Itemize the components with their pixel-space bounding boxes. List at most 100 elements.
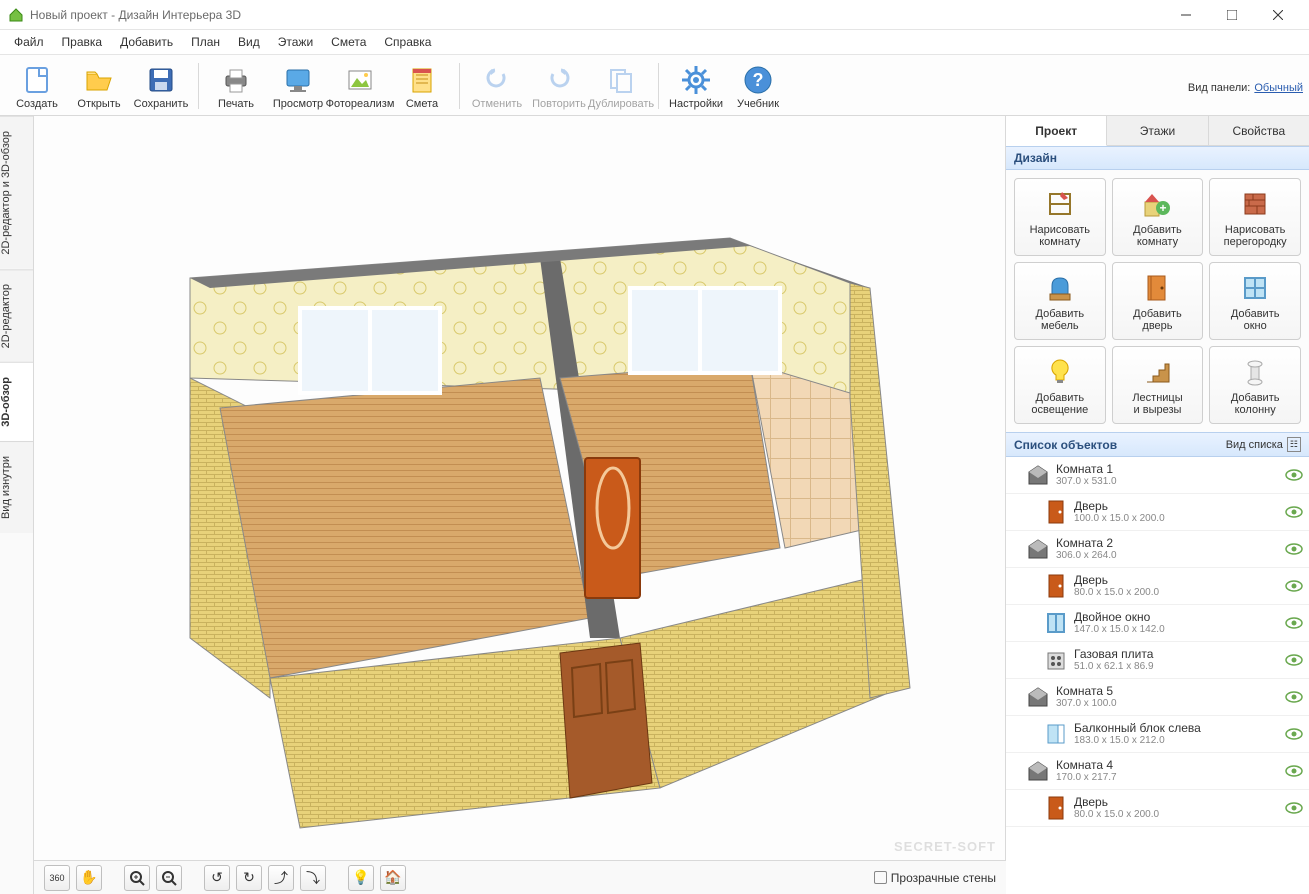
design-btn-3[interactable]: Добавитьмебель bbox=[1014, 262, 1106, 340]
tb-estimate[interactable]: Смета bbox=[391, 59, 453, 113]
tb-print[interactable]: Печать bbox=[205, 59, 267, 113]
design-icon-5 bbox=[1239, 272, 1271, 304]
object-row-9[interactable]: Дверь80.0 x 15.0 x 200.0 bbox=[1006, 790, 1309, 827]
btn-rotate-right[interactable]: ↻ bbox=[236, 865, 262, 891]
maximize-button[interactable] bbox=[1209, 0, 1255, 30]
window-title: Новый проект - Дизайн Интерьера 3D bbox=[30, 8, 1163, 22]
visibility-toggle[interactable] bbox=[1285, 691, 1303, 703]
svg-text:+: + bbox=[1160, 201, 1167, 215]
object-row-2[interactable]: Комната 2306.0 x 264.0 bbox=[1006, 531, 1309, 568]
list-view-label: Вид списка bbox=[1226, 439, 1283, 451]
menu-floors[interactable]: Этажи bbox=[270, 32, 321, 52]
tb-undo[interactable]: Отменить bbox=[466, 59, 528, 113]
obj-icon-door bbox=[1042, 498, 1070, 526]
menu-file[interactable]: Файл bbox=[6, 32, 52, 52]
visibility-toggle[interactable] bbox=[1285, 617, 1303, 629]
menu-estimate[interactable]: Смета bbox=[323, 32, 374, 52]
object-row-1[interactable]: Дверь100.0 x 15.0 x 200.0 bbox=[1006, 494, 1309, 531]
object-row-4[interactable]: Двойное окно147.0 x 15.0 x 142.0 bbox=[1006, 605, 1309, 642]
panel-mode-link[interactable]: Обычный bbox=[1254, 82, 1303, 94]
visibility-toggle[interactable] bbox=[1285, 802, 1303, 814]
gear-icon bbox=[680, 64, 712, 96]
right-panel: Проект Этажи Свойства Дизайн Нарисоватьк… bbox=[1006, 116, 1309, 894]
vtab-inside[interactable]: Вид изнутри bbox=[0, 441, 33, 533]
menu-edit[interactable]: Правка bbox=[54, 32, 111, 52]
btn-rotate-left[interactable]: ↺ bbox=[204, 865, 230, 891]
list-view-toggle[interactable]: ☷ bbox=[1287, 437, 1301, 452]
visibility-toggle[interactable] bbox=[1285, 469, 1303, 481]
design-icon-7 bbox=[1141, 356, 1173, 388]
design-btn-5[interactable]: Добавитьокно bbox=[1209, 262, 1301, 340]
visibility-toggle[interactable] bbox=[1285, 765, 1303, 777]
tb-help[interactable]: ? Учебник bbox=[727, 59, 789, 113]
visibility-toggle[interactable] bbox=[1285, 580, 1303, 592]
design-btn-2[interactable]: Нарисоватьперегородку bbox=[1209, 178, 1301, 256]
visibility-toggle[interactable] bbox=[1285, 728, 1303, 740]
tb-open[interactable]: Открыть bbox=[68, 59, 130, 113]
visibility-toggle[interactable] bbox=[1285, 506, 1303, 518]
tb-preview[interactable]: Просмотр bbox=[267, 59, 329, 113]
transparent-walls-checkbox[interactable] bbox=[874, 871, 887, 884]
tb-redo[interactable]: Повторить bbox=[528, 59, 590, 113]
menu-plan[interactable]: План bbox=[183, 32, 228, 52]
btn-pan[interactable]: ✋ bbox=[76, 865, 102, 891]
object-row-7[interactable]: Балконный блок слева183.0 x 15.0 x 212.0 bbox=[1006, 716, 1309, 753]
design-icon-3 bbox=[1044, 272, 1076, 304]
new-icon bbox=[21, 64, 53, 96]
object-row-5[interactable]: Газовая плита51.0 x 62.1 x 86.9 bbox=[1006, 642, 1309, 679]
btn-360[interactable]: 360 bbox=[44, 865, 70, 891]
design-btn-0[interactable]: Нарисоватькомнату bbox=[1014, 178, 1106, 256]
rtab-project[interactable]: Проект bbox=[1006, 116, 1107, 146]
3d-viewport[interactable] bbox=[34, 116, 1006, 860]
design-btn-6[interactable]: Добавитьосвещение bbox=[1014, 346, 1106, 424]
floorplan-svg bbox=[70, 138, 970, 838]
tb-photoreal[interactable]: Фотореализм bbox=[329, 59, 391, 113]
viewport-toolbar: 360 ✋ ↺ ↻ ⤴ ⤵ 💡 🏠 Прозрачные стены bbox=[34, 860, 1006, 894]
vtab-2d[interactable]: 2D-редактор bbox=[0, 269, 33, 362]
main-toolbar: Создать Открыть Сохранить Печать Просмот… bbox=[0, 55, 1309, 116]
btn-tilt-up[interactable]: ⤴ bbox=[268, 865, 294, 891]
tb-duplicate[interactable]: Дублировать bbox=[590, 59, 652, 113]
design-btn-4[interactable]: Добавитьдверь bbox=[1112, 262, 1204, 340]
object-row-6[interactable]: Комната 5307.0 x 100.0 bbox=[1006, 679, 1309, 716]
btn-light[interactable]: 💡 bbox=[348, 865, 374, 891]
design-btn-8[interactable]: Добавитьколонну bbox=[1209, 346, 1301, 424]
menu-help[interactable]: Справка bbox=[376, 32, 439, 52]
svg-text:?: ? bbox=[753, 70, 764, 90]
design-icon-6 bbox=[1044, 356, 1076, 388]
tb-settings[interactable]: Настройки bbox=[665, 59, 727, 113]
design-icon-0 bbox=[1044, 188, 1076, 220]
btn-tilt-down[interactable]: ⤵ bbox=[300, 865, 326, 891]
obj-icon-room bbox=[1024, 461, 1052, 489]
minimize-button[interactable] bbox=[1163, 0, 1209, 30]
help-icon: ? bbox=[742, 64, 774, 96]
btn-home[interactable]: 🏠 bbox=[380, 865, 406, 891]
duplicate-icon bbox=[605, 64, 637, 96]
menu-bar: Файл Правка Добавить План Вид Этажи Смет… bbox=[0, 30, 1309, 55]
obj-icon-stove bbox=[1042, 646, 1070, 674]
menu-add[interactable]: Добавить bbox=[112, 32, 181, 52]
rtab-floors[interactable]: Этажи bbox=[1107, 116, 1208, 145]
object-row-0[interactable]: Комната 1307.0 x 531.0 bbox=[1006, 457, 1309, 494]
design-btn-7[interactable]: Лестницыи вырезы bbox=[1112, 346, 1204, 424]
menu-view[interactable]: Вид bbox=[230, 32, 268, 52]
object-row-8[interactable]: Комната 4170.0 x 217.7 bbox=[1006, 753, 1309, 790]
visibility-toggle[interactable] bbox=[1285, 654, 1303, 666]
obj-icon-balcony bbox=[1042, 720, 1070, 748]
tb-save[interactable]: Сохранить bbox=[130, 59, 192, 113]
rtab-properties[interactable]: Свойства bbox=[1209, 116, 1309, 145]
btn-zoom-out[interactable] bbox=[156, 865, 182, 891]
obj-icon-window bbox=[1042, 609, 1070, 637]
design-btn-1[interactable]: +Добавитькомнату bbox=[1112, 178, 1204, 256]
tb-create[interactable]: Создать bbox=[6, 59, 68, 113]
obj-icon-room bbox=[1024, 683, 1052, 711]
obj-icon-room bbox=[1024, 757, 1052, 785]
close-button[interactable] bbox=[1255, 0, 1301, 30]
vtab-3d[interactable]: 3D-обзор bbox=[0, 362, 33, 441]
object-row-3[interactable]: Дверь80.0 x 15.0 x 200.0 bbox=[1006, 568, 1309, 605]
notepad-icon bbox=[406, 64, 438, 96]
btn-zoom-in[interactable] bbox=[124, 865, 150, 891]
visibility-toggle[interactable] bbox=[1285, 543, 1303, 555]
vtab-2d3d[interactable]: 2D-редактор и 3D-обзор bbox=[0, 116, 33, 269]
save-icon bbox=[145, 64, 177, 96]
